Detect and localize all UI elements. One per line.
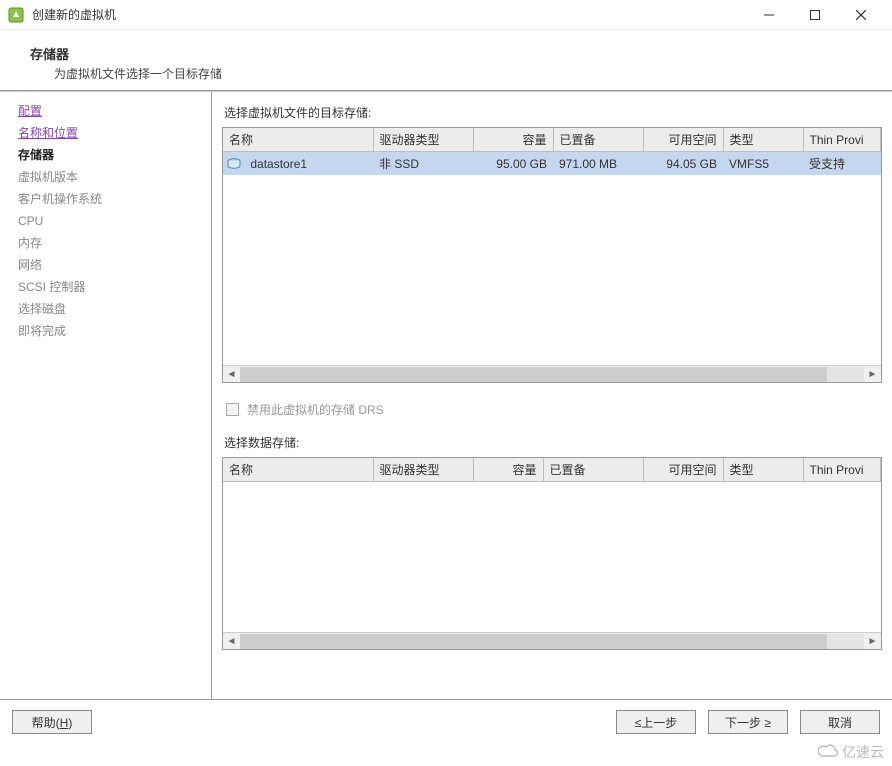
- titlebar: 创建新的虚拟机: [0, 0, 892, 30]
- sidebar-item-name-location[interactable]: 名称和位置: [18, 122, 211, 144]
- button-bar: 帮助(H) ≤上一步 下一步 ≥ 取消: [0, 699, 892, 744]
- watermark-text: 亿速云: [842, 742, 884, 762]
- sidebar-item-network: 网络: [18, 254, 211, 276]
- col-free[interactable]: 可用空间: [643, 128, 723, 152]
- col-type[interactable]: 类型: [723, 458, 803, 482]
- sidebar-item-disk: 选择磁盘: [18, 298, 211, 320]
- vsphere-icon: [8, 7, 24, 23]
- table-empty-area: [223, 175, 881, 365]
- sidebar-item-finish: 即将完成: [18, 320, 211, 342]
- window-controls: [746, 0, 884, 30]
- col-drive-type[interactable]: 驱动器类型: [373, 128, 473, 152]
- right-pane: 选择虚拟机文件的目标存储: 名称 驱动器类型 容量 已置备 可用空间 类型 Th…: [212, 92, 892, 699]
- col-type[interactable]: 类型: [723, 128, 803, 152]
- maximize-button[interactable]: [792, 0, 838, 30]
- col-capacity[interactable]: 容量: [473, 128, 553, 152]
- watermark: 亿速云: [818, 742, 884, 762]
- window-title: 创建新的虚拟机: [32, 6, 746, 23]
- cell-name-text: datastore1: [250, 157, 307, 171]
- sidebar-item-storage: 存储器: [18, 144, 211, 166]
- next-button[interactable]: 下一步 ≥: [708, 710, 788, 734]
- sidebar-item-memory: 内存: [18, 232, 211, 254]
- select-storage-label: 选择虚拟机文件的目标存储:: [224, 104, 882, 121]
- cell-capacity: 95.00 GB: [473, 152, 553, 176]
- select-datastore-label: 选择数据存储:: [224, 434, 882, 451]
- table-header-row: 名称 驱动器类型 容量 已置备 可用空间 类型 Thin Provi: [223, 128, 881, 152]
- close-button[interactable]: [838, 0, 884, 30]
- wizard-steps-sidebar: 配置 名称和位置 存储器 虚拟机版本 客户机操作系统 CPU 内存 网络 SCS…: [0, 92, 212, 699]
- page-subtitle: 为虚拟机文件选择一个目标存储: [54, 65, 862, 82]
- sidebar-item-guest-os: 客户机操作系统: [18, 188, 211, 210]
- col-name[interactable]: 名称: [223, 128, 373, 152]
- page-title: 存储器: [30, 44, 862, 63]
- cell-thin: 受支持: [803, 152, 881, 176]
- datastore-icon: [227, 158, 241, 170]
- sidebar-item-scsi: SCSI 控制器: [18, 276, 211, 298]
- col-provisioned[interactable]: 已置备: [543, 458, 643, 482]
- cell-provisioned: 971.00 MB: [553, 152, 643, 176]
- cell-drive-type: 非 SSD: [373, 152, 473, 176]
- scroll-left-icon[interactable]: ◄: [223, 367, 240, 382]
- checkbox-icon: [226, 403, 239, 416]
- back-button[interactable]: ≤上一步: [616, 710, 696, 734]
- scroll-left-icon[interactable]: ◄: [223, 634, 240, 649]
- horizontal-scrollbar[interactable]: ◄ ►: [223, 365, 881, 382]
- scroll-right-icon[interactable]: ►: [864, 367, 881, 382]
- table-empty-area: [223, 482, 881, 632]
- cell-free: 94.05 GB: [643, 152, 723, 176]
- horizontal-scrollbar[interactable]: ◄ ►: [223, 632, 881, 649]
- minimize-button[interactable]: [746, 0, 792, 30]
- cloud-icon: [818, 744, 838, 761]
- wizard-header: 存储器 为虚拟机文件选择一个目标存储: [0, 30, 892, 91]
- col-drive-type[interactable]: 驱动器类型: [373, 458, 473, 482]
- table-row[interactable]: datastore1 非 SSD 95.00 GB 971.00 MB 94.0…: [223, 152, 881, 176]
- cell-type: VMFS5: [723, 152, 803, 176]
- col-thin[interactable]: Thin Provi: [803, 128, 881, 152]
- sidebar-item-cpu: CPU: [18, 210, 211, 232]
- table-header-row: 名称 驱动器类型 容量 已置备 可用空间 类型 Thin Provi: [223, 458, 881, 482]
- col-provisioned[interactable]: 已置备: [553, 128, 643, 152]
- cancel-button[interactable]: 取消: [800, 710, 880, 734]
- sidebar-item-configuration[interactable]: 配置: [18, 100, 211, 122]
- cell-name: datastore1: [223, 152, 373, 176]
- storage-table: 名称 驱动器类型 容量 已置备 可用空间 类型 Thin Provi: [222, 127, 882, 383]
- main-area: 配置 名称和位置 存储器 虚拟机版本 客户机操作系统 CPU 内存 网络 SCS…: [0, 91, 892, 699]
- col-name[interactable]: 名称: [223, 458, 373, 482]
- disable-drs-checkbox: 禁用此虚拟机的存储 DRS: [226, 401, 882, 418]
- col-free[interactable]: 可用空间: [643, 458, 723, 482]
- help-button[interactable]: 帮助(H): [12, 710, 92, 734]
- col-thin[interactable]: Thin Provi: [803, 458, 881, 482]
- disable-drs-label: 禁用此虚拟机的存储 DRS: [247, 401, 384, 418]
- datastore-table: 名称 驱动器类型 容量 已置备 可用空间 类型 Thin Provi ◄ ►: [222, 457, 882, 650]
- col-capacity[interactable]: 容量: [473, 458, 543, 482]
- scroll-right-icon[interactable]: ►: [864, 634, 881, 649]
- sidebar-item-vm-version: 虚拟机版本: [18, 166, 211, 188]
